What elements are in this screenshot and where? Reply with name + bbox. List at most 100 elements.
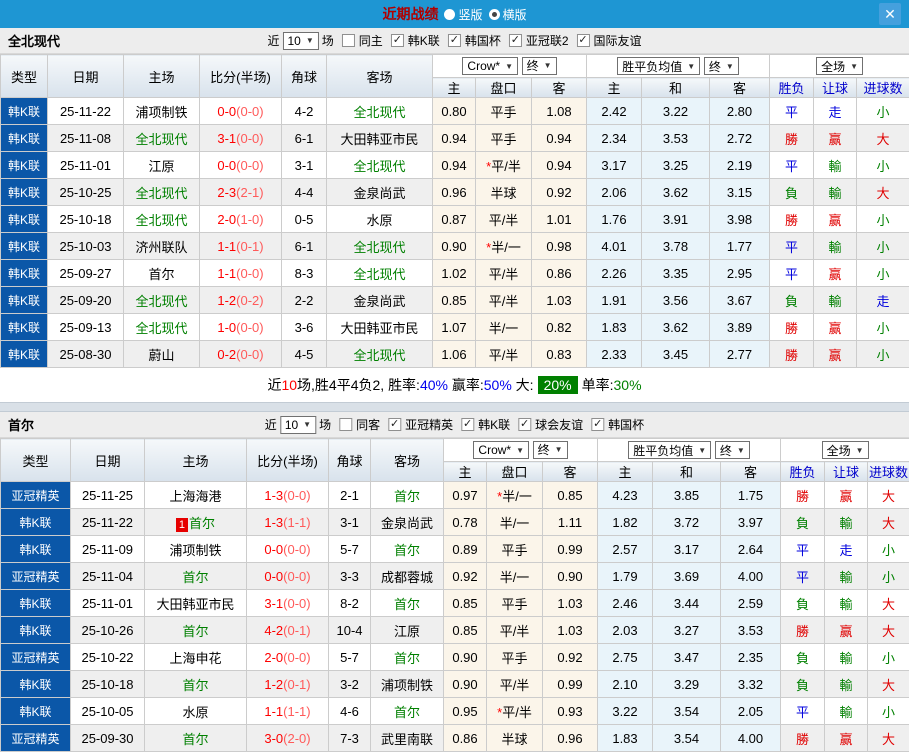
result-goals-cell: 小 bbox=[868, 698, 909, 725]
result-letball-cell: 輸 bbox=[825, 509, 868, 536]
league-cell: 韩K联 bbox=[1, 206, 48, 233]
avg-home-cell: 1.76 bbox=[587, 206, 642, 233]
halftime-score: (0-0) bbox=[283, 542, 310, 557]
avg-draw-cell: 3.53 bbox=[642, 125, 710, 152]
fulltime-select[interactable]: 全场▼ bbox=[822, 441, 869, 459]
home-team-name: 全北现代 bbox=[135, 294, 187, 309]
league-checkbox[interactable]: ✓ bbox=[591, 418, 604, 431]
home-team-cell: 浦项制铁 bbox=[145, 536, 247, 563]
result-letball-cell: 赢 bbox=[814, 341, 857, 368]
corner-cell: 10-4 bbox=[329, 617, 371, 644]
match-row: 韩K联25-10-25全北现代2-3(2-1)4-4金泉尚武0.96半球0.92… bbox=[1, 179, 909, 206]
final-avg-select[interactable]: 终▼ bbox=[715, 441, 750, 459]
league-cell: 亚冠精英 bbox=[1, 644, 71, 671]
league-checkbox[interactable]: ✓ bbox=[577, 34, 590, 47]
avg-home-cell: 2.06 bbox=[587, 179, 642, 206]
date-cell: 25-11-22 bbox=[71, 509, 145, 536]
home-team-name: 江原 bbox=[148, 159, 174, 174]
league-checkbox[interactable]: ✓ bbox=[391, 34, 404, 47]
col-header-score: 比分(半场) bbox=[200, 55, 282, 98]
league-cell: 亚冠精英 bbox=[1, 725, 71, 752]
result-goals-cell: 小 bbox=[857, 233, 909, 260]
bookmaker-select[interactable]: Crow*▼ bbox=[462, 57, 518, 75]
result-goals-cell: 小 bbox=[868, 644, 909, 671]
league-cell: 韩K联 bbox=[1, 314, 48, 341]
date-cell: 25-11-09 bbox=[71, 536, 145, 563]
score-cell: 3-1(0-0) bbox=[200, 125, 282, 152]
home-odds-cell: 0.85 bbox=[444, 590, 487, 617]
chevron-down-icon: ▼ bbox=[737, 446, 745, 455]
home-team-name: 浦项制铁 bbox=[169, 543, 221, 558]
same-venue-checkbox[interactable] bbox=[339, 418, 352, 431]
avg-draw-cell: 3.56 bbox=[642, 287, 710, 314]
final-odds-select[interactable]: 终▼ bbox=[533, 441, 568, 459]
date-cell: 25-09-30 bbox=[71, 725, 145, 752]
league-cell: 亚冠精英 bbox=[1, 563, 71, 590]
handicap-cell: 平/半 bbox=[476, 260, 532, 287]
final-avg-select[interactable]: 终▼ bbox=[704, 57, 739, 75]
away-team-name: 金泉尚武 bbox=[381, 516, 433, 531]
close-button[interactable]: ✕ bbox=[879, 3, 901, 25]
col-header-odds-home: 主 bbox=[444, 462, 487, 482]
col-header-away: 客场 bbox=[371, 439, 444, 482]
col-header-avg-home: 主 bbox=[598, 462, 653, 482]
home-team-name: 水原 bbox=[182, 705, 208, 720]
away-team-cell: 金泉尚武 bbox=[327, 287, 433, 314]
match-row: 韩K联25-11-221首尔1-3(1-1)3-1金泉尚武0.78半/一1.11… bbox=[1, 509, 909, 536]
avg-draw-cell: 3.62 bbox=[642, 179, 710, 206]
chevron-down-icon: ▼ bbox=[698, 446, 706, 455]
halftime-score: (1-0) bbox=[236, 212, 263, 227]
away-odds-cell: 1.03 bbox=[532, 287, 587, 314]
layout-option-horizontal[interactable]: 横版 bbox=[489, 6, 527, 23]
match-count-select[interactable]: 10▼ bbox=[282, 32, 318, 50]
league-checkbox[interactable]: ✓ bbox=[509, 34, 522, 47]
home-team-cell: 济州联队 bbox=[124, 233, 200, 260]
home-team-cell: 首尔 bbox=[145, 671, 247, 698]
date-cell: 25-10-18 bbox=[48, 206, 124, 233]
away-team-name: 首尔 bbox=[394, 705, 420, 720]
away-odds-cell: 1.01 bbox=[532, 206, 587, 233]
title-wrap: 近期战绩 竖版 横版 bbox=[382, 4, 526, 24]
home-team-cell: 全北现代 bbox=[124, 125, 200, 152]
score-cell: 2-0(0-0) bbox=[247, 644, 329, 671]
home-odds-cell: 0.80 bbox=[433, 98, 476, 125]
league-checkbox[interactable]: ✓ bbox=[388, 418, 401, 431]
away-odds-cell: 0.90 bbox=[543, 563, 598, 590]
avg-draw-cell: 3.35 bbox=[642, 260, 710, 287]
home-team-cell: 上海海港 bbox=[145, 482, 247, 509]
layout-option-vertical[interactable]: 竖版 bbox=[444, 6, 482, 23]
league-checkbox[interactable]: ✓ bbox=[448, 34, 461, 47]
summary-segment: 50% bbox=[484, 377, 512, 393]
halftime-score: (1-1) bbox=[283, 515, 310, 530]
fulltime-score: 1-1 bbox=[264, 704, 283, 719]
match-count-select[interactable]: 10▼ bbox=[280, 416, 316, 434]
score-cell: 1-2(0-1) bbox=[247, 671, 329, 698]
col-header-handicap: 盘口 bbox=[476, 78, 532, 98]
halftime-score: (2-0) bbox=[283, 731, 310, 746]
league-checkbox[interactable]: ✓ bbox=[461, 418, 474, 431]
col-header-type: 类型 bbox=[1, 55, 48, 98]
result-goals-cell: 大 bbox=[868, 509, 909, 536]
league-checkbox[interactable]: ✓ bbox=[518, 418, 531, 431]
home-odds-cell: 0.95 bbox=[444, 698, 487, 725]
fulltime-dropdown-group: 全场▼ bbox=[770, 55, 909, 78]
home-team-name: 上海海港 bbox=[169, 489, 221, 504]
handicap-cell: 半/一 bbox=[487, 563, 543, 590]
avg-odds-select[interactable]: 胜平负均值▼ bbox=[628, 441, 711, 459]
halftime-score: (2-1) bbox=[236, 185, 263, 200]
away-team-name: 首尔 bbox=[394, 597, 420, 612]
fulltime-select[interactable]: 全场▼ bbox=[816, 57, 863, 75]
final-odds-select[interactable]: 终▼ bbox=[522, 57, 557, 75]
result-wdl-cell: 負 bbox=[781, 671, 825, 698]
avg-odds-select[interactable]: 胜平负均值▼ bbox=[617, 57, 700, 75]
league-checkbox-label: 球会友谊 bbox=[535, 416, 583, 433]
same-venue-checkbox[interactable] bbox=[342, 34, 355, 47]
away-odds-cell: 0.99 bbox=[543, 536, 598, 563]
handicap-cell: 平/半 bbox=[476, 287, 532, 314]
bookmaker-select[interactable]: Crow*▼ bbox=[473, 441, 529, 459]
summary-segment: 大: bbox=[512, 375, 534, 395]
fulltime-score: 2-3 bbox=[217, 185, 236, 200]
home-team-cell: 首尔 bbox=[124, 260, 200, 287]
result-wdl-cell: 平 bbox=[770, 152, 814, 179]
result-goals-cell: 小 bbox=[868, 536, 909, 563]
